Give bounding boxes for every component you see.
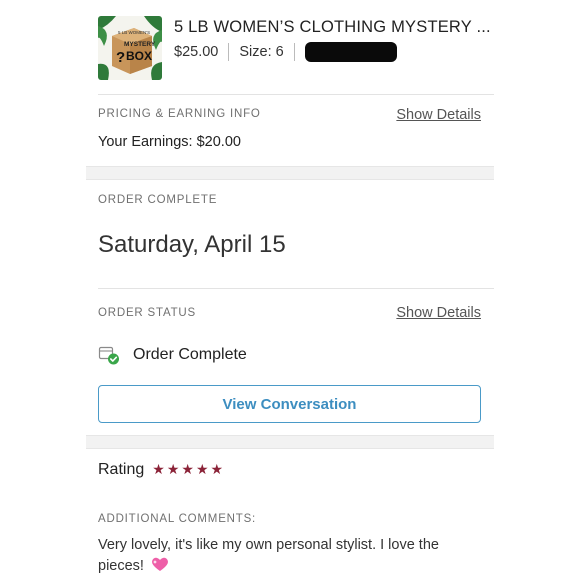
product-size: Size: 6 <box>239 44 284 60</box>
box-check-icon <box>98 344 120 366</box>
order-complete-label: ORDER COMPLETE <box>98 194 218 206</box>
divider <box>228 43 230 61</box>
redacted-info <box>304 42 397 62</box>
comments-label: ADDITIONAL COMMENTS: <box>98 513 257 525</box>
order-status-text: Order Complete <box>133 346 247 363</box>
thumb-mystery-text: MYSTERY <box>124 41 156 48</box>
earnings-text: Your Earnings: $20.00 <box>98 134 241 150</box>
product-summary[interactable]: ? MYSTERY BOX 5 LB WOMEN'S 5 LB WOMEN’S … <box>98 16 494 82</box>
order-complete-date: Saturday, April 15 <box>98 231 286 258</box>
thumb-box-text: BOX <box>126 49 152 63</box>
star-icon: ★ <box>152 461 165 477</box>
comment-text: Very lovely, it's like my own personal s… <box>98 537 439 574</box>
rating-stars: ★ ★ ★ ★ ★ <box>152 461 225 479</box>
product-price: $25.00 <box>174 44 219 60</box>
divider <box>98 288 494 289</box>
comment-block: Very lovely, it's like my own personal s… <box>98 535 478 579</box>
product-meta: $25.00 Size: 6 <box>174 42 397 62</box>
star-icon: ★ <box>195 461 209 477</box>
section-gap <box>86 435 494 449</box>
product-thumbnail[interactable]: ? MYSTERY BOX 5 LB WOMEN'S <box>98 16 162 80</box>
pricing-section-label: PRICING & EARNING INFO <box>98 108 261 120</box>
divider <box>98 94 494 95</box>
pricing-show-details-link[interactable]: Show Details <box>396 107 481 123</box>
thumb-top-text: 5 LB WOMEN'S <box>118 30 150 35</box>
star-icon: ★ <box>181 461 194 477</box>
rating-row: Rating ★ ★ ★ ★ ★ <box>98 461 225 479</box>
section-gap <box>86 166 494 180</box>
star-icon: ★ <box>166 461 180 477</box>
rating-label: Rating <box>98 461 145 478</box>
order-status-row: Order Complete <box>98 343 247 367</box>
product-title[interactable]: 5 LB WOMEN’S CLOTHING MYSTERY ... <box>174 18 491 37</box>
view-conversation-button[interactable]: View Conversation <box>98 385 481 423</box>
star-icon: ★ <box>210 461 224 477</box>
sparkling-heart-icon <box>151 556 169 579</box>
order-status-label: ORDER STATUS <box>98 307 196 319</box>
status-show-details-link[interactable]: Show Details <box>396 305 481 321</box>
thumb-question-mark: ? <box>116 49 125 66</box>
divider <box>293 43 295 61</box>
